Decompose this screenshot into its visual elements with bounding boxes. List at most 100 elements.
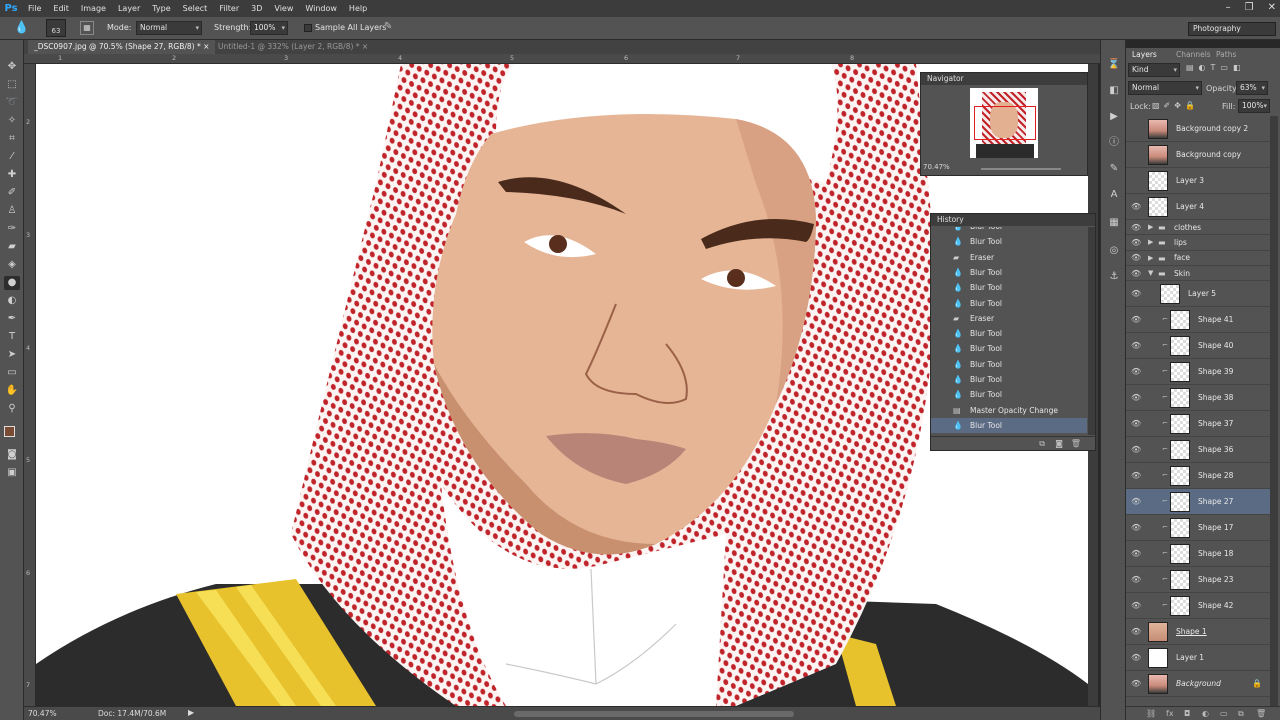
eye-icon[interactable]: 👁 [1131,341,1141,350]
layer-thumbnail[interactable] [1148,197,1168,217]
layer-row[interactable]: 👁 ⌐ Shape 36 [1126,437,1270,464]
eyedropper-tool-icon[interactable]: ⁄ [4,150,20,164]
layer-name[interactable]: Skin [1174,269,1190,278]
layers-icon[interactable]: ▦ [1106,216,1122,230]
layer-name[interactable]: Layer 4 [1176,202,1204,211]
paths-icon[interactable]: ⚓ [1106,270,1122,284]
history-state[interactable]: ▰ Eraser [931,250,1087,265]
fill-input[interactable]: 100% [1238,99,1270,113]
strength-input[interactable]: 100% [250,21,288,35]
layers-scrollbar[interactable] [1270,116,1278,706]
character-icon[interactable]: A [1106,188,1122,202]
rectangle-tool-icon[interactable]: ▭ [4,366,20,380]
close-window-button[interactable]: ✕ [1268,0,1276,15]
eye-icon[interactable]: 👁 [1131,523,1141,532]
layer-name[interactable]: Shape 42 [1198,601,1233,610]
history-state[interactable]: 💧 Blur Tool [931,234,1087,249]
history-state[interactable]: 💧 Blur Tool [931,296,1087,311]
layer-mask-icon[interactable]: ◘ [1184,709,1190,718]
layer-name[interactable]: Shape 18 [1198,549,1233,558]
layer-thumbnail[interactable] [1170,414,1190,435]
tab-paths[interactable]: Paths [1212,48,1240,61]
layer-thumbnail[interactable] [1170,544,1190,565]
menu-select[interactable]: Select [177,0,214,17]
menu-layer[interactable]: Layer [112,0,146,17]
layer-name[interactable]: Shape 37 [1198,419,1233,428]
status-menu-arrow-icon[interactable]: ▶ [188,708,194,717]
brush-panel-icon[interactable]: ▦ [80,21,94,35]
layer-filter-icons[interactable]: ▤◐T▭◧ [1186,63,1246,72]
layer-row[interactable]: 👁 Shape 1 [1126,619,1270,646]
layer-thumbnail[interactable] [1170,518,1190,539]
marquee-tool-icon[interactable]: ⬚ [4,78,20,92]
new-snapshot-icon[interactable]: ◙ [1055,439,1063,448]
minimize-button[interactable]: – [1226,0,1231,15]
new-document-from-state-icon[interactable]: ⧉ [1039,439,1045,449]
navigator-thumbnail[interactable] [970,88,1038,158]
pressure-icon[interactable]: ✎ [384,21,392,32]
layer-name[interactable]: Shape 1 [1176,627,1207,636]
eye-icon[interactable]: 👁 [1131,549,1141,558]
eye-icon[interactable]: 👁 [1131,471,1141,480]
layer-row[interactable]: 👁 ⌐ Shape 23 [1126,567,1270,594]
layer-row[interactable]: 👁 Layer 4 [1126,194,1270,220]
menu-window[interactable]: Window [299,0,343,17]
layer-name[interactable]: Shape 23 [1198,575,1233,584]
layer-thumbnail[interactable] [1148,119,1168,139]
quick-mask-icon[interactable]: ◙ [4,448,20,462]
layer-name[interactable]: Layer 1 [1176,653,1204,662]
layer-thumbnail[interactable] [1170,492,1190,513]
layer-name[interactable]: Shape 38 [1198,393,1233,402]
eye-icon[interactable]: 👁 [1131,601,1141,610]
history-state[interactable]: 💧 Blur Tool [931,357,1087,372]
layer-style-icon[interactable]: fx [1166,709,1174,718]
layer-name[interactable]: Shape 40 [1198,341,1233,350]
layer-name[interactable]: Shape 27 [1198,497,1233,506]
layer-row[interactable]: 👁 ⌐ Shape 39 [1126,359,1270,386]
layer-thumbnail[interactable] [1148,648,1168,669]
history-scrollbar[interactable] [1088,227,1095,435]
layer-name[interactable]: Shape 17 [1198,523,1233,532]
history-state[interactable]: 💧 Blur Tool [931,387,1087,402]
blend-mode-dropdown[interactable]: Normal [1128,81,1202,95]
menu-3d[interactable]: 3D [245,0,268,17]
layer-row[interactable]: 👁 ⌐ Shape 41 [1126,307,1270,334]
lasso-tool-icon[interactable]: ➰ [4,96,20,110]
status-zoom[interactable]: 70.47% [28,709,57,718]
sample-all-layers-checkbox[interactable] [304,24,312,32]
zoom-tool-icon[interactable]: ⚲ [4,402,20,416]
foreground-color-swatch[interactable] [4,426,15,437]
layer-row[interactable]: 👁 Layer 5 [1126,281,1270,308]
healing-tool-icon[interactable]: ✚ [4,168,20,182]
quick-select-tool-icon[interactable]: ✧ [4,114,20,128]
adjustment-layer-icon[interactable]: ◐ [1202,709,1209,718]
layer-row[interactable]: Background copy [1126,142,1270,168]
layer-name[interactable]: Shape 39 [1198,367,1233,376]
layer-thumbnail[interactable] [1170,362,1190,383]
layer-row[interactable]: 👁 ▶ ▬ clothes [1126,220,1270,236]
history-state[interactable]: 💧 Blur Tool [931,265,1087,280]
layer-row[interactable]: 👁 Background 🔒 [1126,671,1270,698]
tab-dsc0907[interactable]: _DSC0907.jpg @ 70.5% (Shape 27, RGB/8) *… [28,40,216,54]
crop-tool-icon[interactable]: ⌗ [4,132,20,146]
restore-button[interactable]: ❐ [1245,0,1254,15]
eraser-tool-icon[interactable]: ▰ [4,240,20,254]
layer-thumbnail[interactable] [1148,171,1168,191]
layer-row[interactable]: 👁 ⌐ Shape 27 [1126,489,1270,516]
layer-name[interactable]: Background copy 2 [1176,124,1248,133]
chevron-down-icon[interactable]: ▼ [1148,269,1153,277]
layer-row[interactable]: 👁 ⌐ Shape 40 [1126,333,1270,360]
layer-row[interactable]: 👁 Layer 1 [1126,645,1270,672]
brush-presets-icon[interactable]: ✎ [1106,162,1122,176]
layer-row[interactable]: 👁 ⌐ Shape 18 [1126,541,1270,568]
eye-icon[interactable]: 👁 [1131,627,1141,636]
eye-icon[interactable]: 👁 [1131,679,1141,688]
eye-icon[interactable]: 👁 [1131,367,1141,376]
screen-mode-icon[interactable]: ▣ [4,466,20,480]
new-group-icon[interactable]: ▭ [1220,709,1228,718]
tab-layers[interactable]: Layers [1128,48,1161,61]
menu-type[interactable]: Type [146,0,176,17]
layer-thumbnail[interactable] [1170,570,1190,591]
path-select-tool-icon[interactable]: ➤ [4,348,20,362]
navigator-zoom-slider[interactable] [981,168,1061,170]
